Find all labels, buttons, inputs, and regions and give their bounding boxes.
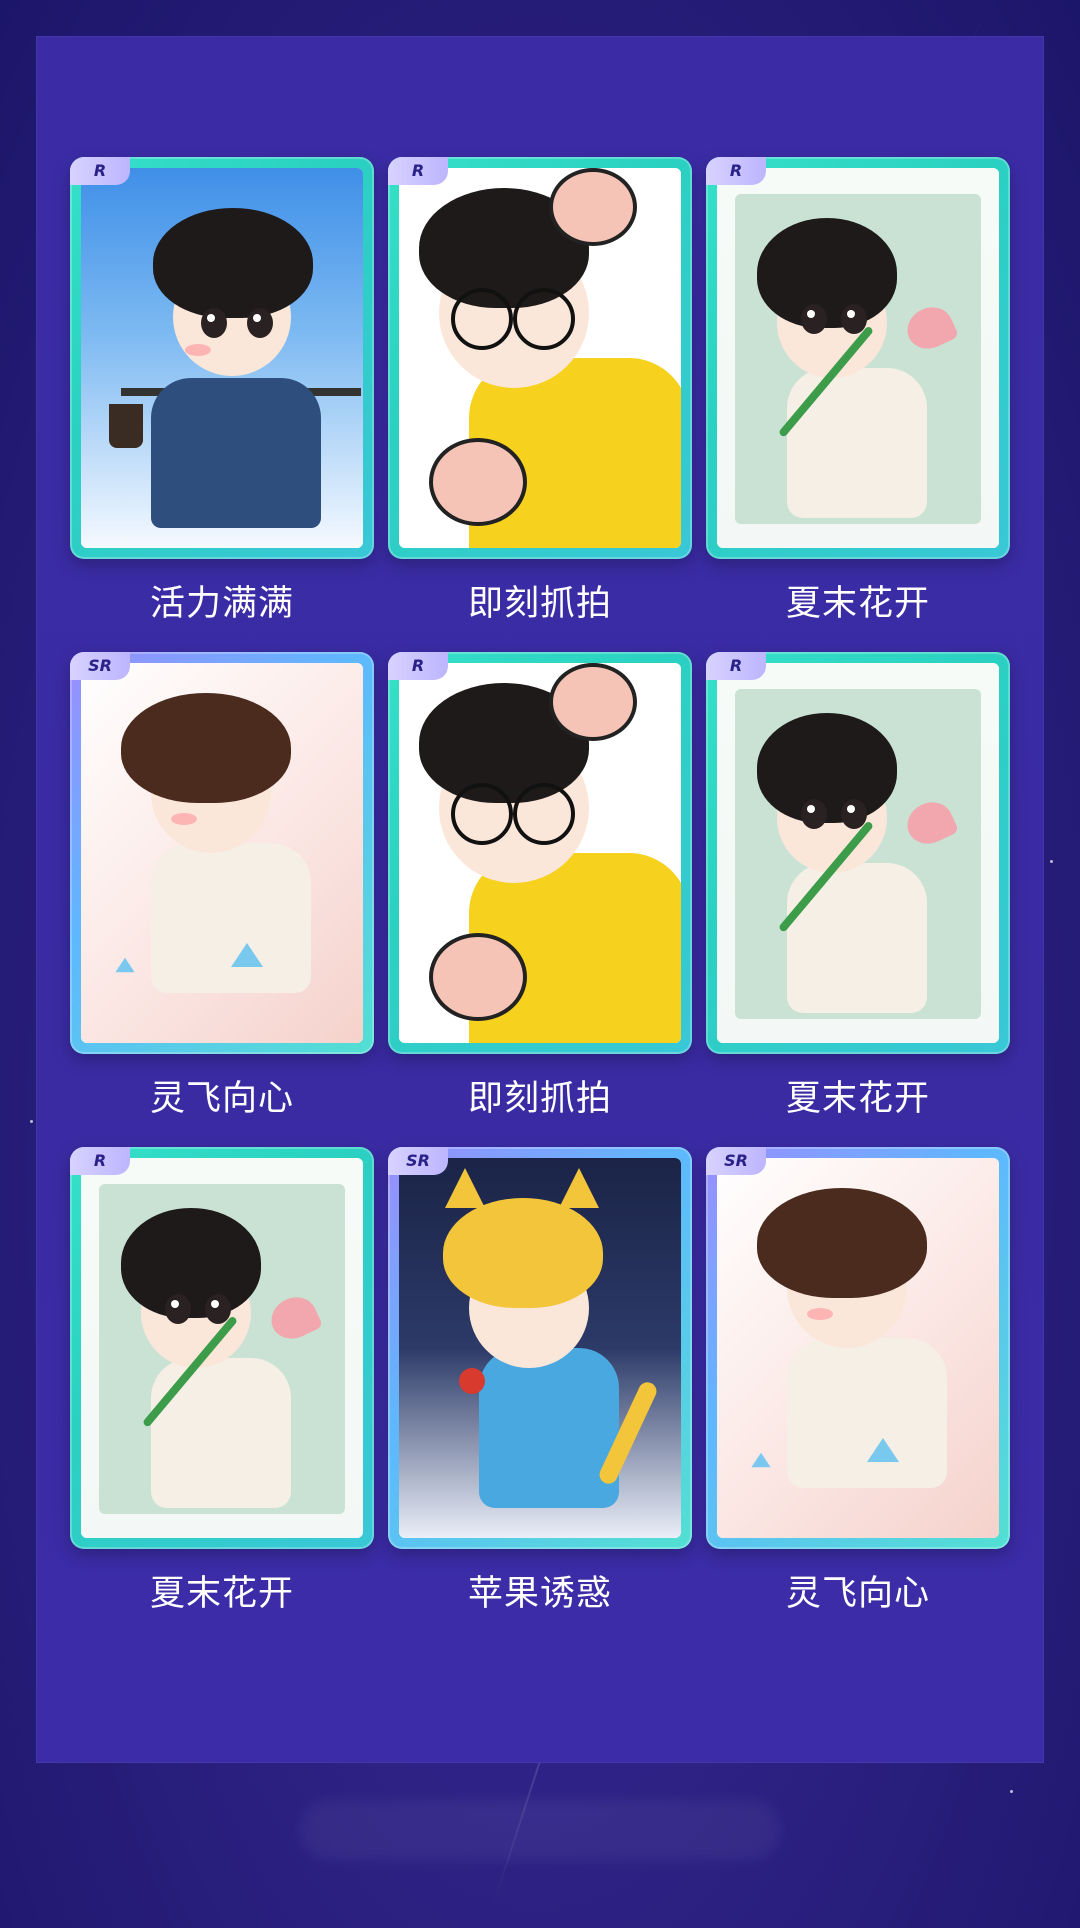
character-body bbox=[787, 1338, 947, 1488]
character-eye bbox=[165, 1294, 191, 1324]
card-frame[interactable]: R bbox=[388, 652, 692, 1054]
card-name: 夏末花开 bbox=[785, 584, 930, 624]
card-cell[interactable]: R 夏末花开 bbox=[706, 652, 1010, 1119]
character-blush bbox=[807, 1308, 833, 1320]
coffee-cup-icon bbox=[109, 404, 143, 448]
card-name: 活力满满 bbox=[149, 584, 294, 624]
star-dot bbox=[1010, 1790, 1013, 1793]
star-dot bbox=[30, 1120, 33, 1123]
card-frame[interactable]: R bbox=[706, 652, 1010, 1054]
card-illustration bbox=[81, 168, 363, 548]
rarity-badge: SR bbox=[388, 1147, 448, 1175]
character-hair bbox=[757, 1188, 927, 1298]
character-hair bbox=[121, 693, 291, 803]
butterfly-icon bbox=[231, 943, 263, 967]
card-frame[interactable]: R bbox=[706, 157, 1010, 559]
card-frame[interactable]: SR bbox=[70, 652, 374, 1054]
card-art bbox=[399, 663, 681, 1043]
card-cell[interactable]: SR 灵飞向心 bbox=[70, 652, 374, 1119]
card-illustration bbox=[717, 663, 999, 1043]
card-name: 即刻抓拍 bbox=[467, 1079, 612, 1119]
card-art bbox=[717, 1158, 999, 1538]
card-illustration bbox=[399, 168, 681, 548]
card-name: 即刻抓拍 bbox=[467, 584, 612, 624]
card-art bbox=[81, 168, 363, 548]
butterfly-icon bbox=[867, 1438, 899, 1462]
card-cell[interactable]: SR 苹果诱惑 bbox=[388, 1147, 692, 1614]
card-art bbox=[399, 168, 681, 548]
character-eye bbox=[247, 308, 273, 338]
character-body bbox=[151, 378, 321, 528]
cat-ear-icon bbox=[445, 1168, 485, 1208]
card-illustration bbox=[399, 663, 681, 1043]
rarity-badge: SR bbox=[706, 1147, 766, 1175]
glasses-icon bbox=[513, 783, 575, 845]
paw-icon bbox=[429, 438, 527, 526]
paw-icon bbox=[549, 663, 637, 741]
character-body bbox=[787, 863, 927, 1013]
star-dot bbox=[1050, 860, 1053, 863]
character-eye bbox=[801, 304, 827, 334]
paw-icon bbox=[549, 168, 637, 246]
card-art bbox=[399, 1158, 681, 1538]
character-body bbox=[151, 1358, 291, 1508]
apple-icon bbox=[459, 1368, 485, 1394]
character-hair bbox=[443, 1198, 603, 1308]
card-art bbox=[81, 1158, 363, 1538]
card-frame[interactable]: R bbox=[388, 157, 692, 559]
card-art bbox=[717, 168, 999, 548]
card-cell[interactable]: R 夏末花开 bbox=[706, 157, 1010, 624]
character-body bbox=[479, 1348, 619, 1508]
rarity-badge: R bbox=[388, 652, 448, 680]
card-art bbox=[81, 663, 363, 1043]
butterfly-icon bbox=[115, 957, 135, 973]
glasses-icon bbox=[451, 288, 513, 350]
character-hair bbox=[153, 208, 313, 318]
character-body bbox=[151, 843, 311, 993]
cat-ear-icon bbox=[559, 1168, 599, 1208]
character-blush bbox=[171, 813, 197, 825]
glasses-icon bbox=[513, 288, 575, 350]
rarity-badge: R bbox=[706, 157, 766, 185]
card-art bbox=[717, 663, 999, 1043]
card-illustration bbox=[717, 168, 999, 548]
card-name: 夏末花开 bbox=[149, 1574, 294, 1614]
footer-watermark bbox=[300, 1800, 780, 1860]
card-name: 苹果诱惑 bbox=[467, 1574, 612, 1614]
card-frame[interactable]: R bbox=[70, 1147, 374, 1549]
character-eye bbox=[201, 308, 227, 338]
card-name: 夏末花开 bbox=[785, 1079, 930, 1119]
character-hair bbox=[757, 713, 897, 823]
paw-icon bbox=[429, 933, 527, 1021]
card-frame[interactable]: SR bbox=[388, 1147, 692, 1549]
rarity-badge: SR bbox=[70, 652, 130, 680]
card-cell[interactable]: SR 灵飞向心 bbox=[706, 1147, 1010, 1614]
character-eye bbox=[801, 799, 827, 829]
card-cell[interactable]: R 即刻抓拍 bbox=[388, 157, 692, 624]
card-illustration bbox=[81, 1158, 363, 1538]
card-grid: R 活力满满 R 即刻抓拍 R 夏末花开 SR 灵飞向心 R 即刻抓拍 R 夏末… bbox=[70, 157, 1010, 1617]
glasses-icon bbox=[451, 783, 513, 845]
character-body bbox=[787, 368, 927, 518]
card-illustration bbox=[399, 1158, 681, 1538]
card-name: 灵飞向心 bbox=[785, 1574, 930, 1614]
card-frame[interactable]: R bbox=[70, 157, 374, 559]
butterfly-icon bbox=[751, 1452, 771, 1468]
card-illustration bbox=[81, 663, 363, 1043]
rarity-badge: R bbox=[70, 1147, 130, 1175]
rarity-badge: R bbox=[388, 157, 448, 185]
rarity-badge: R bbox=[706, 652, 766, 680]
character-hair bbox=[757, 218, 897, 328]
card-frame[interactable]: SR bbox=[706, 1147, 1010, 1549]
card-name: 灵飞向心 bbox=[149, 1079, 294, 1119]
card-illustration bbox=[717, 1158, 999, 1538]
character-hair bbox=[121, 1208, 261, 1318]
rarity-badge: R bbox=[70, 157, 130, 185]
card-cell[interactable]: R 即刻抓拍 bbox=[388, 652, 692, 1119]
card-cell[interactable]: R 夏末花开 bbox=[70, 1147, 374, 1614]
character-blush bbox=[185, 344, 211, 356]
card-cell[interactable]: R 活力满满 bbox=[70, 157, 374, 624]
